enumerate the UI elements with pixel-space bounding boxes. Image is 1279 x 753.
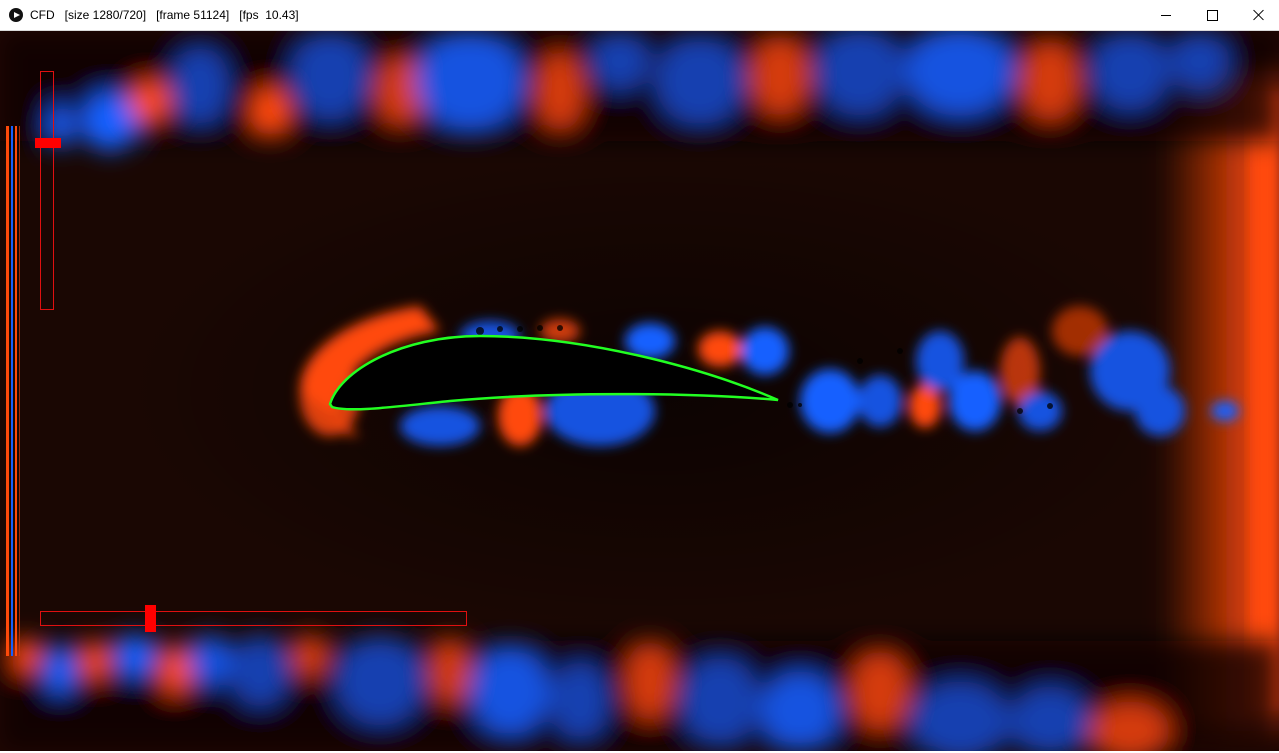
- top-shear-layer: [0, 31, 1279, 151]
- close-icon: [1252, 9, 1264, 21]
- maximize-button[interactable]: [1189, 0, 1235, 30]
- size-label: [size 1280/720]: [64, 8, 147, 22]
- minimize-button[interactable]: [1143, 0, 1189, 30]
- fps-label: [fps 10.43]: [239, 8, 299, 22]
- simulation-canvas[interactable]: [0, 31, 1279, 751]
- title-bar: CFD [size 1280/720] [frame 51124] [fps 1…: [0, 0, 1279, 31]
- minimize-icon: [1161, 14, 1171, 16]
- horizontal-slider-track[interactable]: [40, 611, 467, 626]
- outflow-edge: [1250, 91, 1279, 711]
- horizontal-slider-thumb[interactable]: [145, 605, 156, 632]
- maximize-icon: [1206, 9, 1218, 21]
- play-circle-icon: [9, 8, 23, 22]
- frame-label: [frame 51124]: [156, 8, 230, 22]
- window-title: CFD [size 1280/720] [frame 51124] [fps 1…: [30, 8, 299, 22]
- close-button[interactable]: [1235, 0, 1279, 30]
- flow-field: [0, 31, 1279, 751]
- bottom-shear-layer: [0, 634, 1279, 751]
- vertical-slider-thumb[interactable]: [35, 138, 61, 148]
- vertical-slider-track[interactable]: [40, 71, 54, 310]
- app-name: CFD: [30, 8, 55, 22]
